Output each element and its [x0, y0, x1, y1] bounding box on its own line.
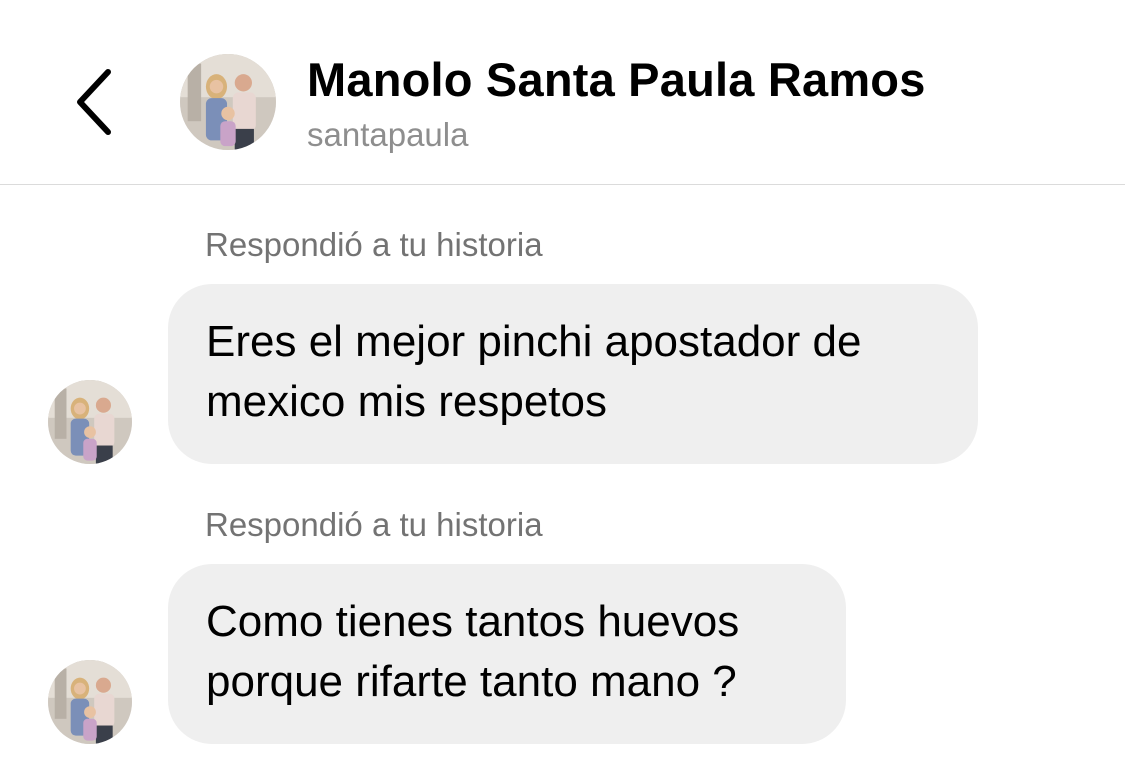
message-bubble[interactable]: Eres el mejor pinchi apostador de mexico…: [168, 284, 978, 464]
sender-avatar[interactable]: [48, 660, 132, 744]
message-text-line: porque rifarte tanto mano ?: [206, 657, 737, 706]
contact-name[interactable]: Manolo Santa Paula Ramos: [307, 52, 926, 107]
dm-thread-screen: Manolo Santa Paula Ramos santapaula Resp…: [0, 0, 1125, 770]
message-text-line: Como tienes tantos huevos: [206, 597, 740, 646]
story-reply-label: Respondió a tu historia: [205, 506, 543, 543]
message-text-line: Eres el mejor pinchi apostador de: [206, 317, 862, 366]
chevron-left-icon: [77, 69, 111, 135]
contact-avatar[interactable]: [180, 54, 276, 150]
contact-username[interactable]: santapaula: [307, 116, 468, 154]
sender-avatar[interactable]: [48, 380, 132, 464]
back-button[interactable]: [70, 66, 120, 138]
message-text-line: mexico mis respetos: [206, 377, 608, 426]
story-reply-label: Respondió a tu historia: [205, 226, 543, 263]
chat-header: Manolo Santa Paula Ramos santapaula: [0, 0, 1125, 185]
message-bubble[interactable]: Como tienes tantos huevos porque rifarte…: [168, 564, 846, 744]
